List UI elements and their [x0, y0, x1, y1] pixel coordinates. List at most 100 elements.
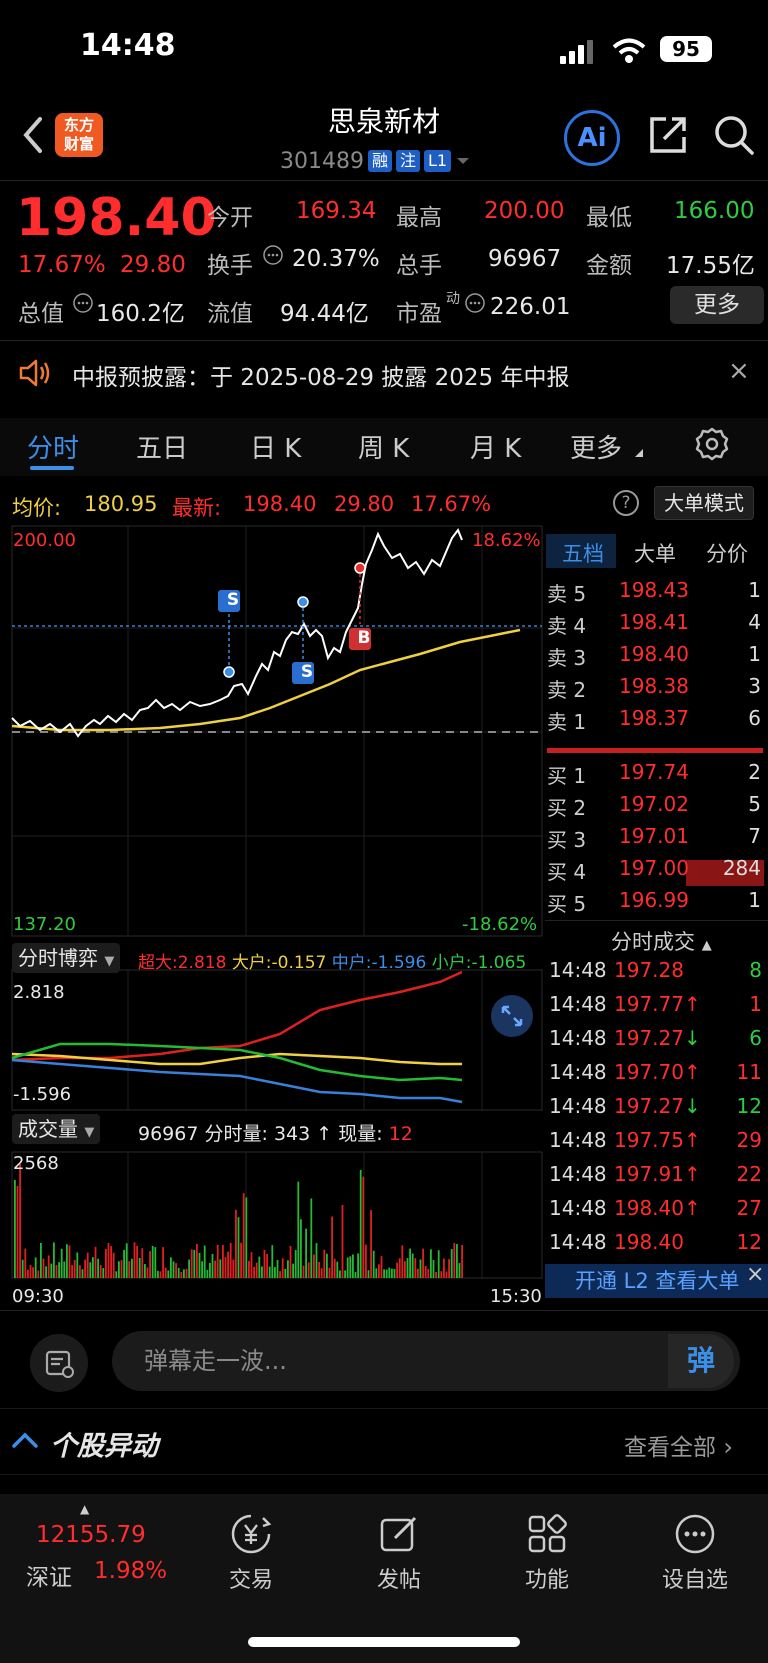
- volume-bar: [320, 1268, 323, 1278]
- view-all-link[interactable]: 查看全部 ›: [624, 1428, 733, 1462]
- ask-row[interactable]: 卖 2 198.38 3: [547, 674, 763, 704]
- volume-bar: [32, 1267, 34, 1278]
- tab-weekly-k[interactable]: 周 K: [358, 428, 409, 465]
- volume-panel-selector[interactable]: 成交量 ▼: [12, 1114, 101, 1144]
- tick-row: 14:48 197.28 8: [549, 958, 764, 988]
- ask-label: 卖 5: [547, 582, 587, 606]
- volume-bar: [164, 1267, 167, 1278]
- danmaku-settings-icon[interactable]: [30, 1334, 88, 1392]
- ask-row[interactable]: 卖 3 198.40 1: [547, 642, 763, 672]
- volume-bar: [154, 1247, 157, 1278]
- stock-code-row[interactable]: 301489 融 注 L1: [280, 147, 471, 175]
- danmaku-send-button[interactable]: 弹: [668, 1334, 734, 1388]
- volume-bar: [391, 1268, 393, 1278]
- l2-banner-close-button[interactable]: ×: [746, 1262, 764, 1287]
- ask-row[interactable]: 卖 4 198.41 4: [547, 610, 763, 640]
- tab-monthly-k[interactable]: 月 K: [470, 428, 521, 465]
- info-dots-icon[interactable]: [464, 292, 486, 314]
- tick-volume: 22: [736, 1162, 762, 1186]
- chevron-up-icon[interactable]: [10, 1428, 40, 1452]
- volume-bar: [370, 1210, 372, 1278]
- tick-price: 197.77↑: [614, 992, 701, 1016]
- tick-row: 14:48 197.75↑ 29: [549, 1128, 764, 1158]
- volume-bar: [45, 1266, 47, 1278]
- danmaku-input[interactable]: 弹幕走一波...: [112, 1331, 740, 1391]
- tick-price-value: 197.28: [614, 958, 684, 982]
- volume-bar: [84, 1259, 86, 1278]
- volume-bar: [284, 1268, 287, 1278]
- big-order-mode-button[interactable]: 大单模式: [654, 486, 754, 520]
- volume-bar: [141, 1248, 144, 1278]
- volume-bar: [115, 1271, 118, 1278]
- volume-bar: [458, 1262, 461, 1278]
- tab-intraday[interactable]: 分时: [27, 428, 79, 465]
- ask-row[interactable]: 卖 5 198.43 1: [547, 578, 763, 608]
- tick-volume: 8: [749, 958, 762, 982]
- gear-icon[interactable]: [694, 426, 730, 462]
- order-book-tab-five-levels[interactable]: 五档: [562, 538, 604, 568]
- volume-bar: [209, 1262, 211, 1278]
- volume-bar: [326, 1253, 328, 1278]
- ticks-title[interactable]: 分时成交 ▲: [611, 926, 712, 956]
- volume-bar: [229, 1242, 232, 1278]
- bid-row[interactable]: 买 3 197.01 7: [547, 824, 763, 854]
- game-axis-bottom: -1.596: [13, 1084, 72, 1105]
- nav-post[interactable]: 发帖: [344, 1512, 454, 1594]
- tab-five-day[interactable]: 五日: [136, 428, 188, 465]
- nav-watchlist[interactable]: 设自选: [640, 1512, 750, 1594]
- volume-bar: [450, 1249, 453, 1278]
- notice-text[interactable]: 中报预披露：于 2025-08-29 披露 2025 年中报: [72, 358, 569, 392]
- tick-time: 14:48: [549, 1094, 607, 1118]
- ask-row[interactable]: 卖 1 198.37 6: [547, 706, 763, 736]
- ask-price: 198.41: [619, 610, 689, 634]
- home-indicator: [248, 1637, 520, 1647]
- volume-bar: [58, 1262, 60, 1278]
- volume-bar: [138, 1257, 141, 1278]
- intraday-chart[interactable]: [0, 524, 545, 1284]
- ai-button[interactable]: Ai: [564, 110, 620, 166]
- volume-bar: [440, 1271, 443, 1278]
- volume-bar: [401, 1245, 404, 1278]
- nav-trade[interactable]: 交易: [196, 1512, 306, 1594]
- volume-bar: [27, 1269, 29, 1278]
- tab-daily-k[interactable]: 日 K: [250, 428, 301, 465]
- status-time: 14:48: [80, 28, 176, 63]
- tab-more[interactable]: 更多: [570, 428, 622, 465]
- volume-bar: [24, 1248, 27, 1278]
- order-book-tab-price-dist[interactable]: 分价: [706, 538, 748, 568]
- index-change[interactable]: 1.98%: [94, 1558, 167, 1584]
- volume-bar: [37, 1270, 40, 1278]
- tick-time: 14:48: [549, 1162, 607, 1186]
- order-book-tab-big-orders[interactable]: 大单: [634, 538, 676, 568]
- info-dots-icon[interactable]: [262, 244, 284, 266]
- index-value[interactable]: 12155.79: [36, 1522, 146, 1548]
- volume-bar: [422, 1248, 424, 1278]
- bid-row[interactable]: 买 1 197.74 2: [547, 760, 763, 790]
- tick-price: 197.28: [614, 958, 684, 982]
- volume-bar: [112, 1252, 115, 1278]
- volume-bar: [448, 1259, 450, 1278]
- tick-price-value: 197.91: [614, 1162, 684, 1186]
- ask-label: 卖 1: [547, 710, 587, 734]
- share-icon[interactable]: [646, 113, 690, 157]
- expand-icon[interactable]: [490, 994, 534, 1038]
- bid-row[interactable]: 买 5 196.99 1: [547, 888, 763, 918]
- search-icon[interactable]: [712, 113, 756, 157]
- high-label: 最高: [396, 205, 442, 231]
- game-panel-selector[interactable]: 分时博弈 ▼: [12, 943, 121, 973]
- mktcap-value: 160.2亿: [96, 301, 185, 327]
- bid-row[interactable]: 买 4 197.00 284: [547, 856, 763, 886]
- volume-bar: [339, 1270, 341, 1278]
- more-button[interactable]: 更多: [670, 286, 764, 324]
- bid-row[interactable]: 买 2 197.02 5: [547, 792, 763, 822]
- volume-bar: [71, 1264, 73, 1278]
- help-icon[interactable]: ?: [613, 490, 639, 516]
- info-dots-icon[interactable]: [72, 292, 94, 314]
- nav-functions[interactable]: 功能: [492, 1512, 602, 1594]
- volume-bar: [151, 1245, 154, 1278]
- index-name[interactable]: 深证: [26, 1558, 72, 1592]
- tick-arrow: ↓: [683, 1094, 701, 1118]
- notice-close-button[interactable]: ×: [728, 356, 750, 386]
- l2-upgrade-banner[interactable]: 开通 L2 查看大单: [545, 1264, 768, 1298]
- yen-icon: [231, 1514, 272, 1554]
